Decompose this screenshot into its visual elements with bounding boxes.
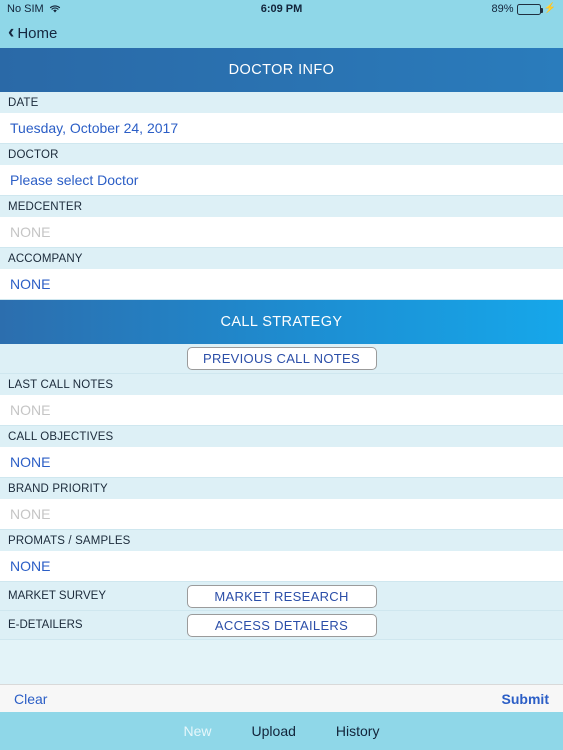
section-header-doctor-info: DOCTOR INFO bbox=[0, 48, 563, 92]
tab-bar: New Upload History bbox=[0, 712, 563, 750]
field-date: DATE Tuesday, October 24, 2017 bbox=[0, 92, 563, 144]
call-objectives-input[interactable]: NONE bbox=[0, 447, 563, 477]
field-accompany: ACCOMPANY NONE bbox=[0, 248, 563, 300]
field-doctor: DOCTOR Please select Doctor bbox=[0, 144, 563, 196]
status-bar-time: 6:09 PM bbox=[260, 3, 303, 15]
status-bar-left: No SIM bbox=[7, 3, 61, 15]
submit-button[interactable]: Submit bbox=[502, 691, 549, 707]
previous-call-notes-row: PREVIOUS CALL NOTES bbox=[0, 344, 563, 374]
previous-call-notes-button[interactable]: PREVIOUS CALL NOTES bbox=[186, 347, 377, 370]
tab-new[interactable]: New bbox=[184, 723, 212, 739]
promats-samples-input[interactable]: NONE bbox=[0, 551, 563, 581]
tab-history[interactable]: History bbox=[336, 723, 380, 739]
field-brand-priority: BRAND PRIORITY NONE bbox=[0, 478, 563, 530]
brand-priority-input[interactable]: NONE bbox=[0, 499, 563, 529]
field-last-call-notes: LAST CALL NOTES NONE bbox=[0, 374, 563, 426]
row-market-survey: MARKET SURVEY MARKET RESEARCH bbox=[0, 582, 563, 611]
chevron-left-icon: ‹ bbox=[8, 21, 15, 43]
field-label: MEDCENTER bbox=[8, 201, 83, 213]
section-header-call-strategy: CALL STRATEGY bbox=[0, 300, 563, 344]
clear-button[interactable]: Clear bbox=[14, 691, 47, 707]
form-scroll-area[interactable]: DOCTOR INFO DATE Tuesday, October 24, 20… bbox=[0, 48, 563, 750]
field-label: ACCOMPANY bbox=[8, 253, 83, 265]
doctor-input[interactable]: Please select Doctor bbox=[0, 165, 563, 195]
market-research-button[interactable]: MARKET RESEARCH bbox=[186, 584, 377, 608]
medcenter-input[interactable]: NONE bbox=[0, 217, 563, 247]
back-button[interactable]: ‹ Home bbox=[8, 21, 58, 43]
field-promats-samples: PROMATS / SAMPLES NONE bbox=[0, 530, 563, 582]
field-call-objectives: CALL OBJECTIVES NONE bbox=[0, 426, 563, 478]
field-label: LAST CALL NOTES bbox=[8, 379, 114, 391]
date-input[interactable]: Tuesday, October 24, 2017 bbox=[0, 113, 563, 143]
status-bar: No SIM 6:09 PM 89% ⚡ bbox=[0, 0, 563, 18]
bottom-toolbar: Clear Submit bbox=[0, 684, 563, 712]
carrier-label: No SIM bbox=[7, 3, 44, 15]
field-label: BRAND PRIORITY bbox=[8, 483, 108, 495]
row-label: MARKET SURVEY bbox=[8, 590, 106, 602]
field-label: DATE bbox=[8, 97, 39, 109]
app-root: No SIM 6:09 PM 89% ⚡ ‹ Home DOCTOR INFO bbox=[0, 0, 563, 750]
row-e-detailers: E-DETAILERS ACCESS DETAILERS bbox=[0, 611, 563, 640]
field-label: PROMATS / SAMPLES bbox=[8, 535, 131, 547]
access-detailers-button[interactable]: ACCESS DETAILERS bbox=[186, 613, 377, 637]
nav-bar: ‹ Home bbox=[0, 18, 563, 48]
tab-upload[interactable]: Upload bbox=[252, 723, 296, 739]
row-label: E-DETAILERS bbox=[8, 619, 83, 631]
field-label: DOCTOR bbox=[8, 149, 59, 161]
back-button-label: Home bbox=[17, 24, 58, 42]
charging-bolt-icon: ⚡ bbox=[543, 3, 556, 14]
status-bar-right: 89% ⚡ bbox=[492, 3, 556, 15]
field-medcenter: MEDCENTER NONE bbox=[0, 196, 563, 248]
last-call-notes-input[interactable]: NONE bbox=[0, 395, 563, 425]
battery-percent-label: 89% bbox=[491, 3, 514, 15]
field-label: CALL OBJECTIVES bbox=[8, 431, 114, 443]
battery-icon bbox=[516, 3, 543, 15]
wifi-icon bbox=[49, 4, 61, 14]
accompany-input[interactable]: NONE bbox=[0, 269, 563, 299]
